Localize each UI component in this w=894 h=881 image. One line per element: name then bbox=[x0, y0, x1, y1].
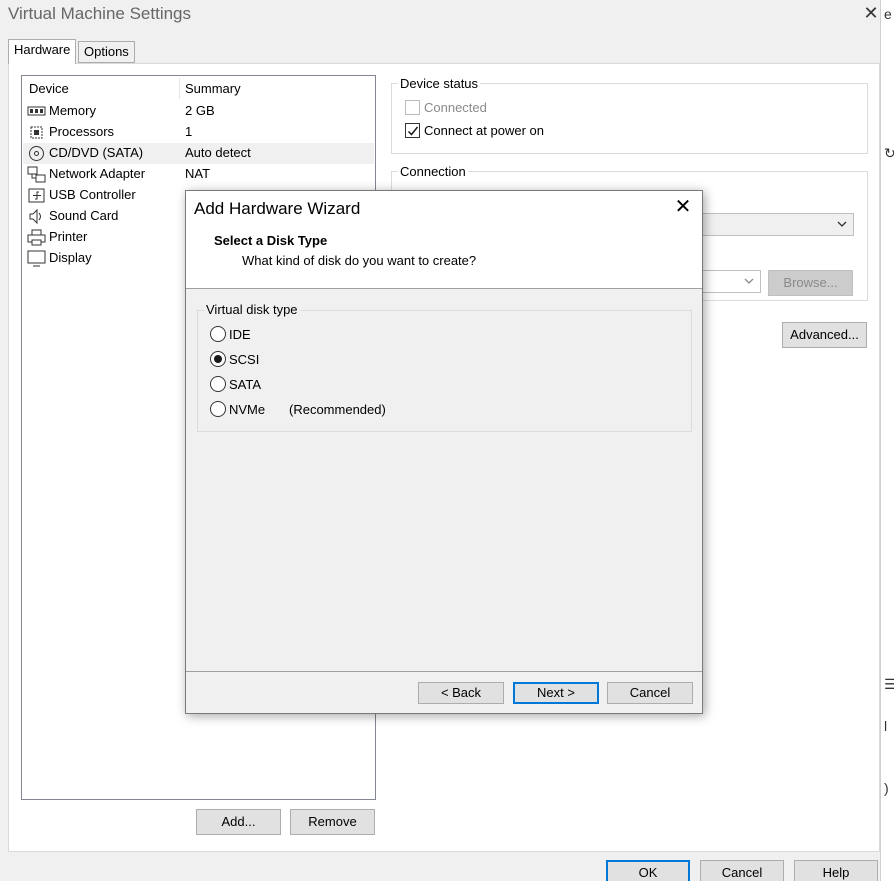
connected-label: Connected bbox=[424, 100, 487, 115]
device-summary: 1 bbox=[185, 124, 193, 139]
cd-dvd-icon bbox=[29, 146, 44, 161]
device-column-header[interactable]: Device bbox=[29, 81, 69, 96]
background-glyph: l bbox=[884, 718, 888, 734]
wizard-cancel-button[interactable]: Cancel bbox=[607, 682, 693, 704]
radio-ide-label[interactable]: IDE bbox=[229, 327, 251, 342]
remove-device-button[interactable]: Remove bbox=[290, 809, 375, 835]
virtual-disk-type-label: Virtual disk type bbox=[204, 302, 300, 317]
radio-scsi-label[interactable]: SCSI bbox=[229, 352, 259, 367]
connection-dropdown[interactable] bbox=[690, 213, 854, 236]
display-icon bbox=[27, 250, 46, 267]
device-name: Memory bbox=[49, 103, 96, 118]
radio-scsi[interactable] bbox=[210, 351, 226, 367]
network-adapter-icon bbox=[27, 166, 46, 183]
connect-at-power-on-label: Connect at power on bbox=[424, 123, 544, 138]
browse-button[interactable]: Browse... bbox=[768, 270, 853, 296]
speaker-icon bbox=[29, 208, 41, 225]
device-row-network-adapter[interactable]: Network Adapter NAT bbox=[23, 164, 374, 185]
connect-at-power-on-checkbox[interactable] bbox=[405, 123, 420, 138]
printer-icon bbox=[27, 229, 46, 246]
background-glyph: ) bbox=[884, 780, 889, 796]
radio-sata[interactable] bbox=[210, 376, 226, 392]
device-name: Printer bbox=[49, 229, 88, 244]
background-glyph: ↻ bbox=[884, 145, 894, 161]
cancel-button[interactable]: Cancel bbox=[700, 860, 784, 881]
device-name: Network Adapter bbox=[49, 166, 146, 181]
background-glyph: e bbox=[884, 6, 892, 22]
summary-column-header[interactable]: Summary bbox=[185, 81, 241, 96]
wizard-title: Add Hardware Wizard bbox=[194, 199, 361, 218]
radio-selected-dot bbox=[214, 355, 222, 363]
device-name: Sound Card bbox=[49, 208, 119, 223]
device-summary: Auto detect bbox=[185, 145, 251, 160]
wizard-step-title: Select a Disk Type bbox=[214, 233, 328, 248]
wizard-footer-divider bbox=[186, 671, 702, 672]
virtual-disk-type-group bbox=[197, 310, 692, 432]
memory-icon bbox=[27, 106, 46, 116]
column-divider[interactable] bbox=[179, 78, 180, 99]
device-row-cd-dvd[interactable]: CD/DVD (SATA) Auto detect bbox=[23, 143, 374, 164]
wizard-header: Add Hardware Wizard ✕ Select a Disk Type… bbox=[186, 191, 702, 289]
add-hardware-wizard-dialog: Add Hardware Wizard ✕ Select a Disk Type… bbox=[185, 190, 703, 714]
device-status-label: Device status bbox=[398, 76, 481, 91]
radio-ide[interactable] bbox=[210, 326, 226, 342]
connection-label: Connection bbox=[398, 164, 468, 179]
add-device-button[interactable]: Add... bbox=[196, 809, 281, 835]
help-button[interactable]: Help bbox=[794, 860, 878, 881]
device-status-group bbox=[391, 83, 868, 154]
device-summary: NAT bbox=[185, 166, 211, 181]
ok-button[interactable]: OK bbox=[606, 860, 690, 881]
radio-nvme-label[interactable]: NVMe bbox=[229, 402, 265, 417]
device-row-memory[interactable]: Memory 2 GB bbox=[23, 101, 374, 122]
chevron-down-icon bbox=[744, 278, 754, 284]
processor-icon bbox=[30, 126, 43, 139]
device-name: Processors bbox=[49, 124, 115, 139]
device-row-processors[interactable]: Processors 1 bbox=[23, 122, 374, 143]
tab-options[interactable]: Options bbox=[78, 41, 135, 63]
wizard-close-button[interactable]: ✕ bbox=[670, 197, 696, 219]
device-name: Display bbox=[49, 250, 92, 265]
tab-hardware[interactable]: Hardware bbox=[8, 39, 77, 64]
radio-nvme[interactable] bbox=[210, 401, 226, 417]
device-summary: 2 GB bbox=[185, 103, 215, 118]
chevron-down-icon bbox=[837, 221, 847, 227]
nvme-recommended-note: (Recommended) bbox=[289, 402, 386, 417]
background-window-edge: e ↻ ☰ l ) bbox=[880, 0, 894, 881]
back-button[interactable]: < Back bbox=[418, 682, 504, 704]
background-glyph: ☰ bbox=[884, 676, 894, 692]
usb-icon bbox=[28, 188, 45, 203]
radio-sata-label[interactable]: SATA bbox=[229, 377, 261, 392]
device-name: USB Controller bbox=[49, 187, 136, 202]
next-button[interactable]: Next > bbox=[513, 682, 599, 704]
device-name: CD/DVD (SATA) bbox=[49, 145, 144, 160]
wizard-body: Virtual disk type IDE SCSI SATA NVMe (Re… bbox=[186, 290, 702, 672]
connected-checkbox[interactable] bbox=[405, 100, 420, 115]
checkmark-icon bbox=[407, 126, 419, 136]
advanced-button[interactable]: Advanced... bbox=[782, 322, 867, 348]
wizard-step-subtitle: What kind of disk do you want to create? bbox=[242, 253, 477, 268]
window-title: Virtual Machine Settings bbox=[8, 4, 192, 23]
